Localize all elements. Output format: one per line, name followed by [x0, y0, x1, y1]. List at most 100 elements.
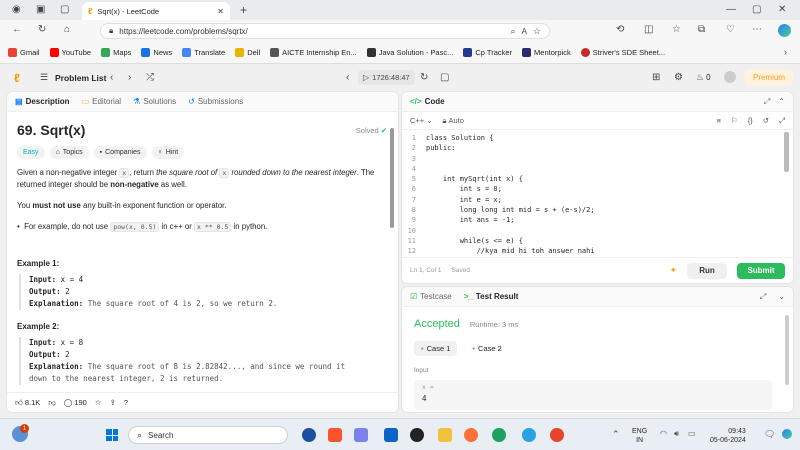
bookmark-java-solution[interactable]: Java Solution - Pasc...: [366, 48, 453, 57]
submit-button[interactable]: Submit: [737, 262, 785, 279]
case-2-tab[interactable]: • Case 2: [465, 341, 508, 356]
tab-submissions[interactable]: ↺ Submissions: [188, 97, 243, 106]
bookmark-youtube[interactable]: YouTube: [49, 48, 91, 57]
timer-prev-icon[interactable]: ‹: [346, 72, 349, 83]
zoom-icon[interactable]: ⌕: [511, 26, 516, 37]
bookmark-mentorpick[interactable]: Mentorpick: [522, 48, 571, 57]
tab-test-result[interactable]: >_ Test Result: [464, 292, 519, 301]
tab-actions-icon[interactable]: ▢: [60, 4, 69, 15]
bookmark-maps[interactable]: Maps: [101, 48, 131, 57]
help-icon[interactable]: ?: [124, 398, 128, 407]
brave-browser-icon[interactable]: [328, 428, 342, 442]
debug-icon[interactable]: ✦: [669, 265, 677, 276]
language-indicator[interactable]: ENG IN: [632, 427, 647, 445]
lock-icon[interactable]: 🔒︎: [109, 26, 113, 36]
timer[interactable]: ▷ 1726:48:47: [358, 70, 415, 85]
more-menu-icon[interactable]: ⋯: [752, 24, 762, 35]
refresh-icon[interactable]: ↻: [38, 24, 46, 35]
notes-icon[interactable]: ▢: [440, 72, 449, 83]
maximize-panel-icon[interactable]: ⤢: [760, 292, 766, 302]
minimize-icon[interactable]: —: [726, 4, 736, 15]
bookmark-striver[interactable]: Striver's SDE Sheet...: [580, 48, 665, 57]
bookmark-cp-tracker[interactable]: Cp Tracker: [463, 48, 512, 57]
bookmarks-overflow-icon[interactable]: ›: [784, 47, 787, 57]
auto-mode[interactable]: 🔒︎ Auto: [442, 116, 463, 126]
comments-button[interactable]: ◯ 190: [64, 398, 87, 407]
description-scrollbar[interactable]: [390, 128, 394, 228]
leetcode-logo-icon[interactable]: ℓ: [14, 71, 20, 85]
notification-center-icon[interactable]: 🗨︎: [764, 429, 775, 440]
t-app-icon[interactable]: [302, 428, 316, 442]
format-icon[interactable]: ≡: [717, 116, 721, 125]
system-tray-chevron-icon[interactable]: ⌃: [612, 429, 620, 440]
bookmark-dell[interactable]: Dell: [235, 48, 260, 57]
edge-browser-icon[interactable]: [492, 428, 506, 442]
problem-list-link[interactable]: Problem List: [55, 73, 106, 83]
collapse-panel-icon[interactable]: ⌄: [778, 292, 785, 301]
bookmark-aicte[interactable]: AICTE Internship En...: [270, 48, 357, 57]
favorite-star-icon[interactable]: ☆: [533, 26, 541, 37]
settings-gear-icon[interactable]: ⚙: [674, 72, 683, 83]
case-1-tab[interactable]: • Case 1: [414, 341, 458, 356]
teams-icon[interactable]: [354, 428, 368, 442]
browser-essentials-icon[interactable]: ♡: [726, 24, 735, 35]
braces-icon[interactable]: {}: [748, 116, 753, 125]
shuffle-icon[interactable]: ⤮: [146, 72, 154, 83]
favorite-star-icon[interactable]: ☆: [95, 398, 102, 407]
address-bar[interactable]: 🔒︎ https://leetcode.com/problems/sqrtx/ …: [100, 23, 550, 39]
language-select[interactable]: C++ ⌄: [410, 116, 432, 125]
collections-icon[interactable]: ⧉: [698, 24, 705, 35]
next-problem-icon[interactable]: ›: [128, 72, 131, 83]
fullscreen-icon[interactable]: ⤢: [779, 116, 785, 126]
firefox-icon[interactable]: [464, 428, 478, 442]
split-screen-icon[interactable]: ◫: [644, 24, 653, 35]
reset-timer-icon[interactable]: ↻: [420, 72, 428, 83]
battery-icon[interactable]: ▭: [688, 429, 696, 438]
result-scrollbar[interactable]: [785, 315, 789, 385]
close-window-icon[interactable]: ✕: [778, 4, 786, 15]
prev-problem-icon[interactable]: ‹: [110, 72, 113, 83]
like-button[interactable]: 👍︎ 8.1K: [15, 398, 40, 408]
code-scrollbar[interactable]: [784, 132, 789, 172]
copilot-icon[interactable]: [778, 24, 791, 37]
home-icon[interactable]: ⌂: [64, 24, 70, 35]
mail-icon[interactable]: [384, 428, 398, 442]
volume-icon[interactable]: 🔊︎: [674, 429, 679, 439]
difficulty-badge[interactable]: Easy: [17, 146, 45, 159]
bookmark-translate[interactable]: Translate: [182, 48, 225, 57]
dell-icon[interactable]: [410, 428, 424, 442]
maximize-panel-icon[interactable]: ⤢: [764, 97, 770, 107]
code-tab[interactable]: </> Code: [410, 97, 445, 106]
streak-counter[interactable]: ♨ 0: [696, 72, 711, 83]
favorites-icon[interactable]: ☆: [672, 24, 681, 35]
collapse-panel-icon[interactable]: ⌃: [778, 97, 785, 106]
extension-icon[interactable]: ⟲: [616, 24, 624, 35]
copilot-taskbar-icon[interactable]: [782, 429, 792, 439]
bookmark-news[interactable]: News: [141, 48, 172, 57]
wifi-icon[interactable]: ◠: [660, 429, 667, 438]
premium-button[interactable]: Premium: [745, 69, 793, 85]
browser-tab-active[interactable]: ℓ Sqrt(x) - LeetCode ✕: [82, 2, 230, 20]
tab-description[interactable]: ▤ Description: [15, 97, 70, 106]
companies-tag[interactable]: ▪ Companies: [93, 146, 147, 159]
tab-editorial[interactable]: ▭ Editorial: [82, 97, 121, 106]
topics-tag[interactable]: ⌂ Topics: [49, 146, 89, 159]
taskbar-search[interactable]: ⌕ Search: [128, 426, 288, 444]
share-icon[interactable]: ⇪: [110, 398, 116, 407]
dislike-icon[interactable]: 👎︎: [48, 398, 56, 408]
code-editor[interactable]: 1 class Solution { 2 public: 3 4 5 int myS…: [402, 130, 793, 258]
reset-code-icon[interactable]: ↺: [763, 116, 769, 125]
tab-testcase[interactable]: ☑ Testcase: [410, 292, 452, 301]
file-explorer-icon[interactable]: [438, 428, 452, 442]
hint-tag[interactable]: ♀ Hint: [151, 146, 185, 159]
tab-solutions[interactable]: ⚗ Solutions: [133, 97, 176, 106]
telegram-icon[interactable]: [522, 428, 536, 442]
problem-list-icon[interactable]: ☰: [40, 72, 48, 83]
workspaces-icon[interactable]: ▣: [36, 4, 45, 15]
clock[interactable]: 09:43 05-06-2024: [710, 427, 746, 445]
profile-icon[interactable]: ◉: [12, 4, 21, 15]
bookmark-icon[interactable]: ⚐: [731, 116, 738, 125]
avatar[interactable]: [724, 71, 736, 83]
back-icon[interactable]: ←: [12, 24, 22, 35]
maximize-icon[interactable]: ▢: [752, 4, 761, 15]
